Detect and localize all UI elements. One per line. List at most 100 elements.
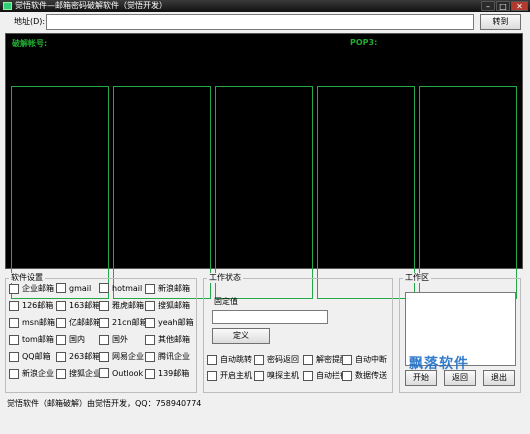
account-label: 破解帐号:	[12, 39, 48, 48]
work-status-group: 工作状态 固定值 定义 自动跳转 密码返回 解密提醒 自动中断 开启主机 嗅探主机 自动拦截…	[203, 273, 393, 393]
checkbox-box[interactable]	[99, 334, 109, 345]
checkbox-box[interactable]	[56, 283, 66, 293]
checkbox-box[interactable]	[145, 317, 155, 328]
checkbox-box[interactable]	[145, 283, 155, 294]
setting-checkbox[interactable]: 搜狐企业	[56, 368, 101, 379]
checkbox-box[interactable]	[99, 283, 109, 293]
checkbox-box[interactable]	[99, 351, 109, 362]
setting-checkbox[interactable]: 263邮箱	[56, 351, 100, 362]
setting-checkbox[interactable]: yeah邮箱	[145, 317, 194, 328]
status-bar-text: 觉悟软件（邮箱破解）由觉悟开发，QQ：758940774	[7, 399, 202, 408]
setting-checkbox[interactable]: hotmail	[99, 283, 142, 293]
checkbox-label: 国内	[69, 335, 85, 344]
software-settings-legend: 软件设置	[9, 273, 45, 283]
checkbox-box[interactable]	[145, 368, 155, 379]
setting-checkbox[interactable]: 21cn邮箱	[99, 317, 148, 328]
setting-checkbox[interactable]: 企业邮箱	[9, 283, 54, 294]
crack-display: 破解帐号: POP3:	[5, 33, 523, 299]
go-button[interactable]: 转到	[480, 14, 521, 30]
checkbox-label: 数据传送	[355, 371, 387, 380]
setting-checkbox[interactable]: Outlook	[99, 368, 143, 378]
minimize-button[interactable]: –	[481, 1, 495, 11]
work-status-legend: 工作状态	[207, 273, 243, 283]
checkbox-box[interactable]	[99, 317, 109, 328]
setting-checkbox[interactable]: 其他邮箱	[145, 334, 190, 345]
status-checkbox[interactable]: 自动跳转	[207, 354, 252, 365]
setting-checkbox[interactable]: 国外	[99, 334, 128, 345]
close-button[interactable]: ✕	[511, 1, 528, 11]
status-checkbox[interactable]: 数据传送	[342, 370, 387, 381]
status-checkbox[interactable]: 开启主机	[207, 370, 252, 381]
checkbox-box[interactable]	[9, 317, 19, 328]
checkbox-label: QQ邮箱	[22, 352, 51, 361]
checkbox-label: Outlook	[112, 368, 144, 378]
setting-checkbox[interactable]: QQ邮箱	[9, 351, 51, 362]
address-input[interactable]	[46, 14, 474, 30]
checkbox-label: 搜狐企业	[69, 369, 101, 378]
watermark-text: 飘落软件	[409, 356, 469, 372]
setting-checkbox[interactable]: 网易企业	[99, 351, 144, 362]
checkbox-box[interactable]	[9, 334, 19, 345]
checkbox-box[interactable]	[303, 354, 313, 365]
checkbox-box[interactable]	[99, 368, 109, 378]
setting-checkbox[interactable]: 搜狐邮箱	[145, 300, 190, 311]
checkbox-label: 亿邮邮箱	[69, 318, 101, 327]
checkbox-box[interactable]	[99, 300, 109, 311]
setting-checkbox[interactable]: 163邮箱	[56, 300, 100, 311]
checkbox-box[interactable]	[145, 300, 155, 311]
window-controls: – □ ✕	[481, 1, 528, 11]
software-settings-group: 软件设置 企业邮箱 gmail hotmail 新浪邮箱 126邮箱 163邮箱 雅虎邮箱搜…	[5, 273, 197, 393]
work-area-group: 工作区 开始 返回 退出	[399, 273, 521, 393]
checkbox-box[interactable]	[9, 368, 19, 379]
checkbox-label: 263邮箱	[69, 352, 101, 361]
setting-checkbox[interactable]: 新浪邮箱	[145, 283, 190, 294]
checkbox-box[interactable]	[342, 354, 352, 365]
setting-checkbox[interactable]: 新浪企业	[9, 368, 54, 379]
checkbox-box[interactable]	[56, 368, 66, 379]
checkbox-box[interactable]	[56, 300, 66, 311]
checkbox-box[interactable]	[342, 370, 352, 381]
checkbox-box[interactable]	[145, 334, 155, 345]
fixed-value-label: 固定值	[214, 297, 238, 306]
checkbox-box[interactable]	[9, 300, 19, 311]
checkbox-box[interactable]	[207, 354, 217, 365]
checkbox-label: yeah邮箱	[158, 318, 194, 327]
checkbox-label: 企业邮箱	[22, 284, 54, 293]
exit-button[interactable]: 退出	[483, 370, 515, 386]
checkbox-label: 139邮箱	[158, 369, 190, 378]
checkbox-box[interactable]	[145, 351, 155, 362]
checkbox-label: 搜狐邮箱	[158, 301, 190, 310]
status-checkbox[interactable]: 自动中断	[342, 354, 387, 365]
setting-checkbox[interactable]: tom邮箱	[9, 334, 54, 345]
checkbox-box[interactable]	[303, 370, 313, 381]
setting-checkbox[interactable]: 雅虎邮箱	[99, 300, 144, 311]
output-panel	[11, 86, 109, 299]
status-checkbox[interactable]: 密码返回	[254, 354, 299, 365]
fixed-value-input[interactable]	[212, 310, 328, 324]
work-area-legend: 工作区	[403, 273, 431, 283]
checkbox-box[interactable]	[56, 334, 66, 345]
checkbox-box[interactable]	[56, 317, 66, 328]
setting-checkbox[interactable]: 126邮箱	[9, 300, 53, 311]
checkbox-box[interactable]	[9, 351, 19, 362]
setting-checkbox[interactable]: 139邮箱	[145, 368, 189, 379]
checkbox-box[interactable]	[56, 351, 66, 362]
address-label: 地址(D):	[14, 17, 46, 26]
setting-checkbox[interactable]: 国内	[56, 334, 85, 345]
output-panel	[317, 86, 415, 299]
define-button[interactable]: 定义	[212, 328, 270, 344]
checkbox-label: 网易企业	[112, 352, 144, 361]
checkbox-box[interactable]	[254, 370, 264, 381]
maximize-button[interactable]: □	[496, 1, 510, 11]
checkbox-label: tom邮箱	[22, 335, 54, 344]
status-checkbox[interactable]: 嗅探主机	[254, 370, 299, 381]
setting-checkbox[interactable]: 亿邮邮箱	[56, 317, 101, 328]
setting-checkbox[interactable]: msn邮箱	[9, 317, 55, 328]
checkbox-label: 密码返回	[267, 355, 299, 364]
checkbox-box[interactable]	[9, 283, 19, 294]
checkbox-label: 21cn邮箱	[112, 318, 148, 327]
checkbox-box[interactable]	[254, 354, 264, 365]
checkbox-box[interactable]	[207, 370, 217, 381]
setting-checkbox[interactable]: 腾讯企业	[145, 351, 190, 362]
setting-checkbox[interactable]: gmail	[56, 283, 91, 293]
